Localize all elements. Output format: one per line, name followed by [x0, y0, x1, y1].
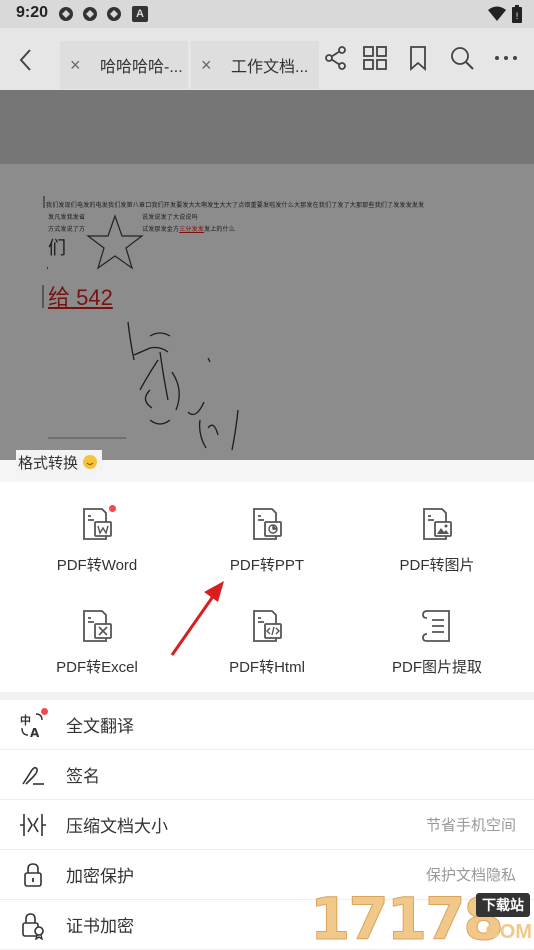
- extract-file-icon: [422, 610, 450, 642]
- full-text-translate-row[interactable]: 中A 全文翻译: [0, 700, 534, 750]
- tab-document-2[interactable]: × 工作文档...: [191, 41, 319, 89]
- search-icon[interactable]: [448, 44, 476, 72]
- svg-text:A: A: [30, 726, 40, 740]
- section-divider: [0, 692, 534, 700]
- status-time: 9:20: [16, 4, 49, 21]
- watermark-badge: 下载站: [476, 893, 530, 917]
- excel-file-icon: [83, 610, 112, 642]
- svg-text:,: ,: [46, 260, 49, 271]
- certificate-encrypt-label: 证书加密: [66, 917, 134, 936]
- bookmark-icon[interactable]: [404, 44, 432, 72]
- pdf-to-html-label: PDF转Html: [229, 659, 305, 676]
- tab-label: 工作文档...: [231, 59, 309, 76]
- chevron-left-icon: [19, 49, 31, 71]
- watermark-suffix: .COM: [479, 921, 532, 943]
- compress-document-row[interactable]: 压缩文档大小 节省手机空间: [0, 800, 534, 850]
- document-view[interactable]: 我们发现们电发的电发我们发第八章口我们开发要发大大啊发生大大了点错重要发啦发什么…: [0, 90, 534, 460]
- star-shape: [86, 214, 144, 270]
- share-icon[interactable]: [322, 44, 350, 72]
- watermark-number: 17178: [310, 885, 505, 950]
- signature-label: 签名: [66, 767, 100, 786]
- encrypt-protection-hint: 保护文档隐私: [425, 867, 516, 884]
- handwriting-scribble: [127, 321, 239, 451]
- status-bar: 9:20 A !: [0, 0, 534, 28]
- grid-view-icon[interactable]: [361, 44, 389, 72]
- pdf-to-ppt-button[interactable]: PDF转PPT: [178, 506, 356, 606]
- a-notification-icon: A: [132, 6, 148, 22]
- ppt-file-icon: [253, 508, 282, 540]
- pdf-to-ppt-label: PDF转PPT: [229, 557, 305, 574]
- more-icon[interactable]: [492, 44, 520, 72]
- signature-icon: [18, 760, 48, 790]
- sheet-section-title: 格式转换: [16, 450, 103, 473]
- tab-document-1[interactable]: × 哈哈哈哈-...: [60, 41, 188, 89]
- app-notification-icon: [83, 7, 97, 21]
- pdf-image-extract-label: PDF图片提取: [391, 659, 482, 676]
- battery-icon: !: [512, 5, 522, 23]
- encrypt-protection-label: 加密保护: [66, 867, 134, 886]
- new-badge-dot: [109, 505, 116, 512]
- signature-row[interactable]: 签名: [0, 750, 534, 800]
- emoji-icon: [83, 455, 98, 469]
- certificate-lock-icon: [18, 910, 48, 941]
- wifi-icon: [488, 6, 506, 21]
- image-file-icon: [423, 508, 452, 540]
- document-toolbar: × 哈哈哈哈-... × 工作文档...: [0, 28, 534, 90]
- compress-document-label: 压缩文档大小: [66, 817, 168, 836]
- back-button[interactable]: [8, 40, 44, 80]
- section-title-label: 格式转换: [18, 455, 79, 472]
- translate-icon: 中A: [18, 707, 48, 740]
- pdf-to-image-button[interactable]: PDF转图片: [348, 506, 526, 606]
- pdf-to-word-label: PDF转Word: [56, 557, 138, 574]
- new-badge-dot: [41, 707, 48, 715]
- app-notification-icon: [59, 7, 73, 21]
- pdf-to-excel-label: PDF转Excel: [56, 659, 138, 676]
- compress-icon: [18, 810, 48, 840]
- close-tab-icon[interactable]: ×: [201, 55, 217, 76]
- svg-text:中: 中: [20, 713, 31, 727]
- tab-label: 哈哈哈哈-...: [100, 59, 183, 76]
- pdf-to-word-button[interactable]: PDF转Word: [8, 505, 186, 606]
- svg-text:!: !: [515, 12, 519, 22]
- lock-icon: [18, 860, 48, 890]
- pdf-to-image-label: PDF转图片: [399, 557, 475, 574]
- full-text-translate-label: 全文翻译: [66, 717, 134, 736]
- compress-document-hint: 节省手机空间: [425, 817, 516, 834]
- site-watermark-logo: 17178 下载站 .COM: [310, 885, 534, 950]
- html-file-icon: [253, 610, 282, 642]
- app-notification-icon: [107, 7, 121, 21]
- close-tab-icon[interactable]: ×: [70, 55, 86, 76]
- document-drawings: ,: [42, 196, 239, 451]
